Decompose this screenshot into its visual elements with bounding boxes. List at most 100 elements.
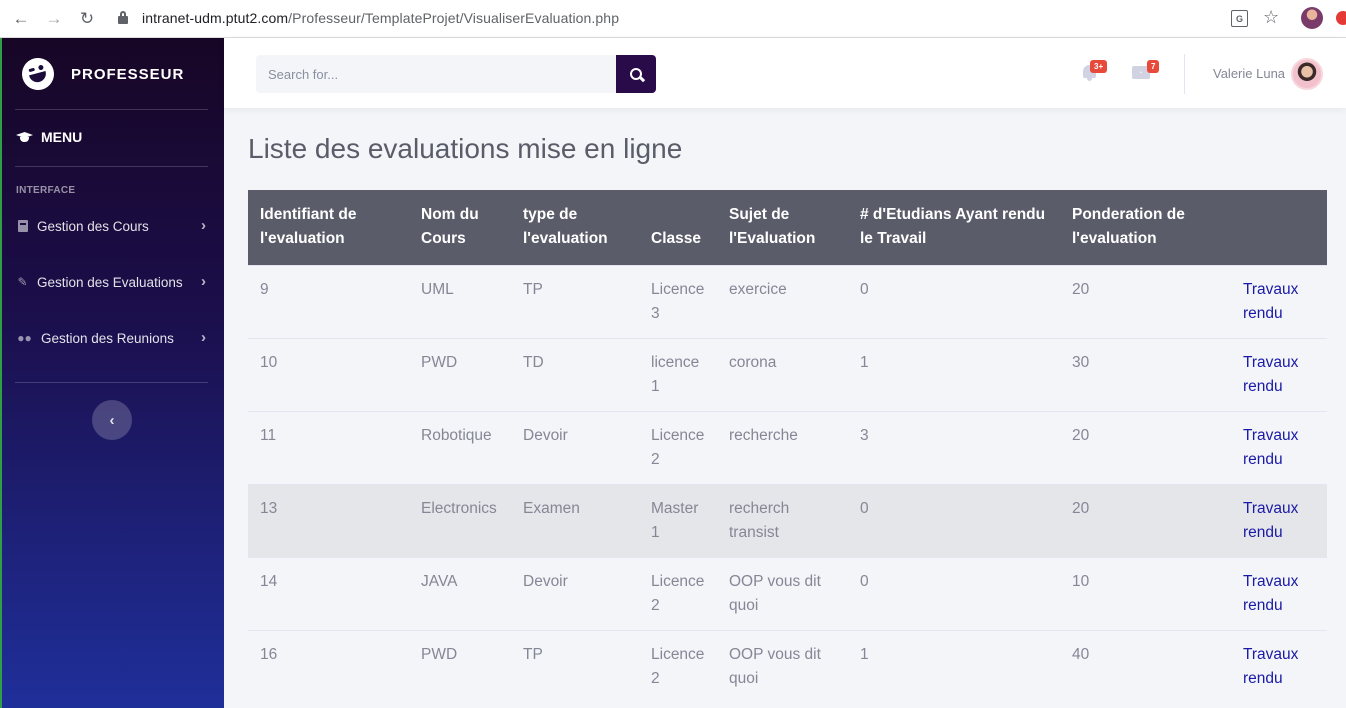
cell-id: 14 — [248, 557, 409, 631]
cell-link: Travaux rendu — [1231, 411, 1327, 485]
topbar: 3+ 7 Valerie Luna — [224, 38, 1346, 108]
cell-classe: Licence 2 — [639, 630, 717, 704]
sidebar: PROFESSEUR MENU INTERFACE Gestion des Co… — [0, 38, 224, 708]
cell-sujet: recherch transist — [717, 484, 848, 558]
browser-profile-avatar[interactable] — [1301, 7, 1323, 29]
address-bar[interactable]: intranet-udm.ptut2.com/Professeur/Templa… — [142, 10, 619, 26]
search-input[interactable] — [268, 66, 616, 82]
reload-icon[interactable]: ↻ — [76, 8, 98, 30]
table-header-row: Identifiant de l'evaluation Nom du Cours… — [248, 190, 1327, 266]
column-header: Nom du Cours — [421, 206, 479, 247]
sidebar-divider — [15, 166, 208, 167]
menu-label: MENU — [41, 129, 83, 145]
search-button[interactable] — [616, 55, 656, 93]
travaux-rendu-link[interactable]: Travaux rendu — [1243, 573, 1298, 614]
sidebar-accent-line — [0, 38, 2, 708]
cell-cours: Robotique — [409, 411, 511, 485]
travaux-rendu-link[interactable]: Travaux rendu — [1243, 354, 1298, 395]
edit-icon: ✎ — [17, 275, 28, 289]
sidebar-item-label: Gestion des Cours — [37, 218, 149, 234]
evaluations-table: Identifiant de l'evaluation Nom du Cours… — [248, 190, 1327, 704]
table-row: 10 PWD TD licence 1 corona 1 30 Travaux … — [248, 338, 1327, 412]
cell-nb-rendus: 3 — [848, 411, 1060, 485]
column-header — [1231, 190, 1327, 266]
sidebar-brand[interactable]: PROFESSEUR — [18, 54, 185, 94]
cell-type: TD — [511, 338, 639, 412]
cell-cours: PWD — [409, 338, 511, 412]
travaux-rendu-link[interactable]: Travaux rendu — [1243, 646, 1298, 687]
cell-link: Travaux rendu — [1231, 338, 1327, 412]
alerts-badge: 3+ — [1090, 60, 1108, 73]
cell-sujet: exercice — [717, 265, 848, 339]
cell-sujet: recherche — [717, 411, 848, 485]
travaux-rendu-link[interactable]: Travaux rendu — [1243, 281, 1298, 322]
chevron-right-icon: › — [201, 329, 206, 346]
cell-cours: Electronics — [409, 484, 511, 558]
users-icon: ●● — [17, 331, 32, 345]
cell-id: 11 — [248, 411, 409, 485]
cell-nb-rendus: 1 — [848, 338, 1060, 412]
browser-toolbar: ← → ↻ intranet-udm.ptut2.com/Professeur/… — [0, 0, 1346, 38]
extension-icon[interactable] — [1336, 11, 1346, 25]
cell-classe: Licence 2 — [639, 411, 717, 485]
bell-clapper — [1087, 78, 1092, 81]
cell-classe: licence 1 — [639, 338, 717, 412]
back-arrow-icon[interactable]: ← — [10, 8, 32, 30]
cell-cours: PWD — [409, 630, 511, 704]
sidebar-item-label: Gestion des Evaluations — [37, 274, 183, 290]
user-avatar[interactable] — [1291, 58, 1323, 90]
table-row: 9 UML TP Licence 3 exercice 0 20 Travaux… — [248, 265, 1327, 339]
user-name[interactable]: Valerie Luna — [1213, 66, 1285, 81]
messages-badge: 7 — [1147, 60, 1160, 73]
sidebar-menu-link[interactable]: MENU — [16, 129, 82, 145]
chevron-right-icon: › — [201, 217, 206, 234]
table-row: 11 Robotique Devoir Licence 2 recherche … — [248, 411, 1327, 485]
travaux-rendu-link[interactable]: Travaux rendu — [1243, 500, 1298, 541]
url-host: intranet-udm.ptut2.com — [142, 10, 289, 26]
column-header: Ponderation de l'evaluation — [1072, 206, 1185, 247]
table-row: 14 JAVA Devoir Licence 2 OOP vous dit qu… — [248, 557, 1327, 631]
forward-arrow-icon[interactable]: → — [43, 8, 65, 30]
cell-link: Travaux rendu — [1231, 265, 1327, 339]
cell-ponderation: 10 — [1060, 557, 1231, 631]
cell-link: Travaux rendu — [1231, 484, 1327, 558]
cell-ponderation: 30 — [1060, 338, 1231, 412]
cell-nb-rendus: 1 — [848, 630, 1060, 704]
cell-nb-rendus: 0 — [848, 265, 1060, 339]
sidebar-item-cours[interactable]: Gestion des Cours › — [16, 216, 208, 236]
sidebar-divider — [15, 109, 208, 110]
sidebar-item-label: Gestion des Reunions — [41, 330, 174, 346]
cell-nb-rendus: 0 — [848, 557, 1060, 631]
cell-link: Travaux rendu — [1231, 630, 1327, 704]
search-icon — [630, 68, 642, 80]
cell-classe: Licence 2 — [639, 557, 717, 631]
url-path: /Professeur/TemplateProjet/VisualiserEva… — [288, 10, 620, 26]
brand-text: PROFESSEUR — [71, 65, 185, 83]
sidebar-item-reunions[interactable]: ●● Gestion des Reunions › — [16, 328, 208, 348]
translate-icon[interactable]: G — [1231, 10, 1248, 27]
bookmark-star-icon[interactable]: ☆ — [1263, 7, 1279, 28]
cell-id: 13 — [248, 484, 409, 558]
column-header: Sujet de l'Evaluation — [729, 206, 816, 247]
column-header: # d'Etudians Ayant rendu le Travail — [860, 206, 1046, 247]
cell-ponderation: 20 — [1060, 411, 1231, 485]
cell-classe: Licence 3 — [639, 265, 717, 339]
cell-type: TP — [511, 630, 639, 704]
sidebar-divider — [15, 382, 208, 383]
chevron-right-icon: › — [201, 273, 206, 290]
lock-icon[interactable] — [118, 11, 128, 24]
sidebar-heading: INTERFACE — [16, 185, 76, 196]
cell-cours: UML — [409, 265, 511, 339]
sidebar-toggle-button[interactable]: ‹ — [92, 400, 132, 440]
book-icon — [16, 220, 29, 233]
sidebar-item-evaluations[interactable]: ✎ Gestion des Evaluations › — [16, 272, 208, 292]
cell-sujet: corona — [717, 338, 848, 412]
cell-ponderation: 20 — [1060, 265, 1231, 339]
cell-ponderation: 40 — [1060, 630, 1231, 704]
page-title: Liste des evaluations mise en ligne — [248, 133, 683, 164]
table-row: 16 PWD TP Licence 2 OOP vous dit quoi 1 … — [248, 630, 1327, 704]
graduation-cap-icon — [16, 131, 33, 143]
table-row: 13 Electronics Examen Master 1 recherch … — [248, 484, 1327, 558]
cell-id: 10 — [248, 338, 409, 412]
travaux-rendu-link[interactable]: Travaux rendu — [1243, 427, 1298, 468]
